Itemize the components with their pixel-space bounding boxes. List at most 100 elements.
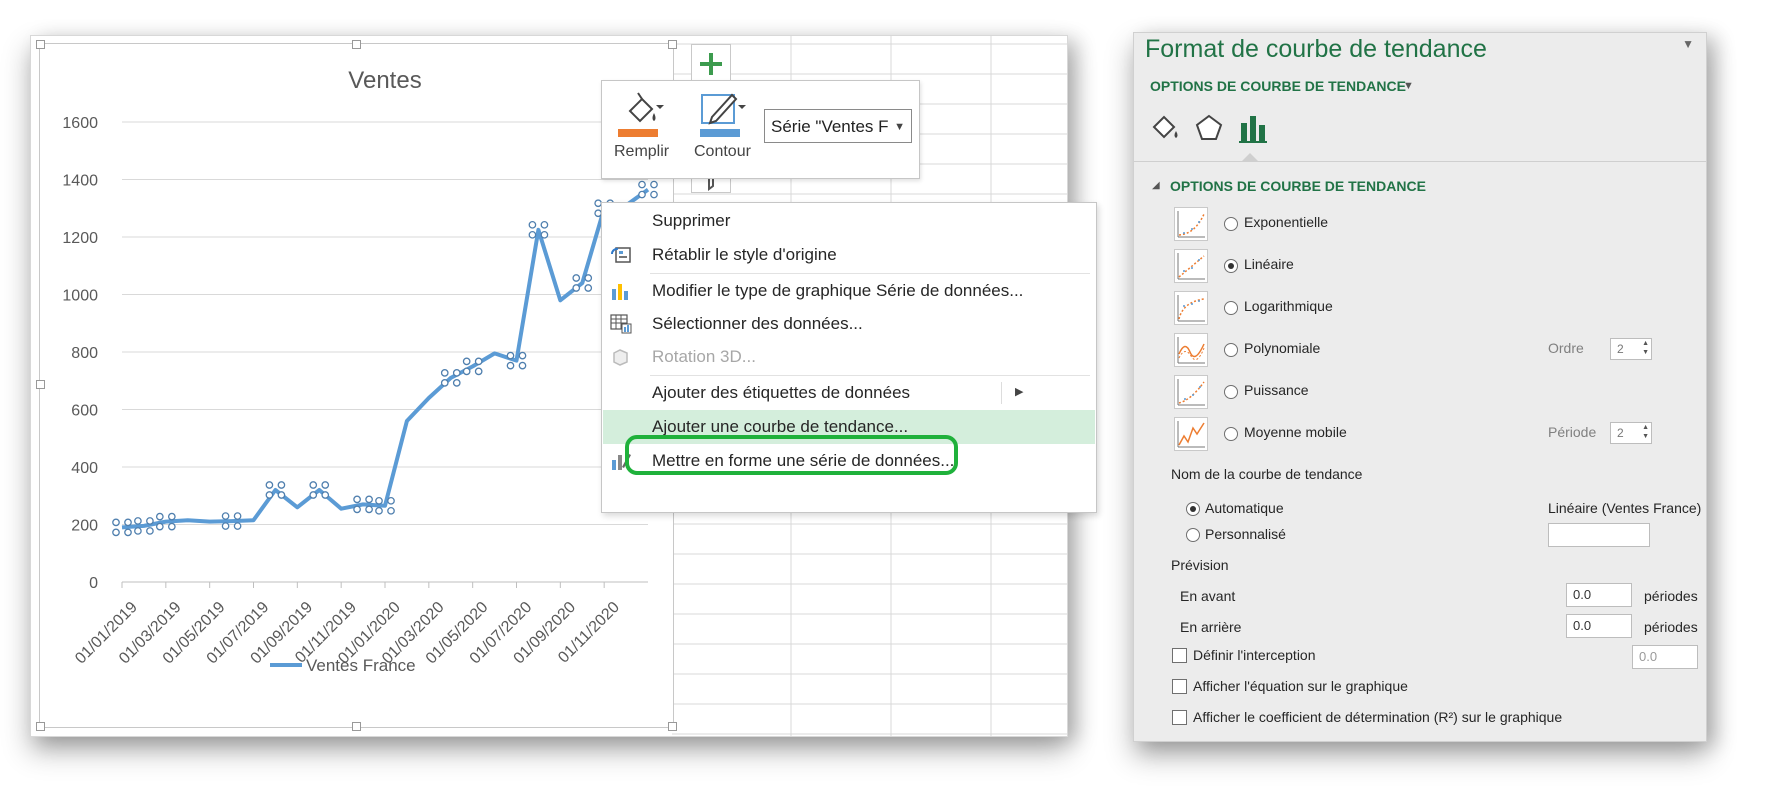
custom-name-input[interactable] — [1548, 523, 1650, 547]
chart-elements-button[interactable] — [691, 44, 731, 84]
format-mini-toolbar: Remplir Contour Série "Ventes F ▼ — [601, 80, 920, 179]
backward-periods-unit: périodes — [1644, 619, 1698, 635]
selection-dot — [321, 481, 330, 489]
submenu-divider — [1001, 382, 1002, 404]
exponential-label: Exponentielle — [1244, 214, 1329, 230]
selection-dot — [277, 491, 286, 499]
forward-periods-input[interactable]: 0.0 — [1566, 583, 1632, 607]
selection-dot — [375, 506, 383, 515]
menu-item-add-data-labels[interactable]: Ajouter des étiquettes de données ▶ — [603, 376, 1095, 410]
display-r2-checkbox[interactable] — [1172, 710, 1187, 725]
data-point-marker — [638, 180, 658, 199]
selection-dot — [155, 522, 164, 531]
selection-dot — [353, 495, 361, 504]
backward-periods-input[interactable]: 0.0 — [1566, 614, 1632, 638]
display-equation-checkbox[interactable] — [1172, 679, 1187, 694]
trendline-options-tab[interactable] — [1236, 111, 1270, 145]
selection-dot — [233, 522, 242, 530]
selection-dot — [506, 361, 515, 370]
selection-dot — [440, 369, 449, 377]
forward-periods-unit: périodes — [1644, 588, 1698, 604]
selection-dot — [134, 527, 142, 535]
selection-dot — [124, 518, 132, 527]
selection-dot — [221, 512, 230, 520]
selection-dot — [321, 491, 330, 499]
y-tick-label: 800 — [71, 345, 98, 362]
period-spinner[interactable]: 2 ▲ ▼ — [1610, 422, 1652, 444]
custom-name-radio[interactable] — [1186, 528, 1200, 542]
bar-chart-icon — [1239, 116, 1267, 143]
collapse-triangle-icon[interactable]: ◢ — [1152, 180, 1160, 191]
linear-trend-icon — [1174, 249, 1208, 283]
exponential-radio[interactable] — [1224, 217, 1238, 231]
selection-dot — [221, 522, 230, 530]
selection-dot — [353, 505, 361, 514]
selection-dot — [124, 528, 132, 537]
selection-dot — [112, 518, 120, 527]
pane-menu-chevron-icon[interactable]: ▼ — [1682, 37, 1694, 51]
order-spinner[interactable]: 2 ▲ ▼ — [1610, 338, 1652, 360]
selection-dot — [277, 481, 286, 489]
automatic-name-radio[interactable] — [1186, 502, 1200, 516]
menu-item-delete[interactable]: Supprimer — [603, 204, 1095, 238]
resize-handle[interactable] — [36, 722, 45, 731]
series-line — [121, 187, 650, 530]
pane-subtitle-dropdown[interactable]: OPTIONS DE COURBE DE TENDANCE — [1150, 78, 1406, 94]
intercept-input[interactable]: 0.0 — [1632, 645, 1698, 669]
selection-dot — [387, 496, 395, 505]
resize-handle[interactable] — [36, 40, 45, 49]
effects-tab[interactable] — [1192, 111, 1226, 145]
spin-arrows-icon[interactable]: ▲ ▼ — [1642, 339, 1649, 357]
set-intercept-checkbox[interactable] — [1172, 648, 1187, 663]
forecast-label: Prévision — [1171, 557, 1229, 573]
power-radio[interactable] — [1224, 385, 1238, 399]
fill-button[interactable] — [616, 89, 666, 141]
series-selector-value: Série "Ventes F — [771, 117, 889, 136]
bar-chart-icon — [612, 284, 628, 300]
paint-bucket-icon — [618, 92, 664, 137]
spin-arrows-icon[interactable]: ▲ ▼ — [1642, 423, 1649, 441]
outline-button[interactable] — [698, 89, 748, 141]
paint-bucket-icon — [1152, 115, 1178, 139]
power-trend-icon — [1174, 375, 1208, 409]
trendline-name-label: Nom de la courbe de tendance — [1171, 466, 1363, 482]
y-tick-label: 200 — [71, 518, 98, 535]
logarithmic-radio[interactable] — [1224, 301, 1238, 315]
moving-average-radio[interactable] — [1224, 427, 1238, 441]
highlight-ring — [625, 435, 958, 475]
resize-handle[interactable] — [668, 40, 677, 49]
linear-radio[interactable] — [1224, 259, 1238, 273]
fill-line-tab[interactable] — [1148, 111, 1182, 145]
menu-item-rotation-3d[interactable]: Rotation 3D... — [603, 340, 1095, 374]
format-trendline-pane: Format de courbe de tendance ▼ OPTIONS D… — [1133, 32, 1707, 742]
resize-handle[interactable] — [352, 40, 361, 49]
polynomial-radio[interactable] — [1224, 343, 1238, 357]
order-label: Ordre — [1548, 340, 1584, 356]
resize-handle[interactable] — [352, 722, 361, 731]
y-tick-label: 0 — [89, 575, 98, 592]
menu-item-select-data[interactable]: Sélectionner des données... — [603, 307, 1095, 341]
y-tick-label: 1600 — [62, 115, 98, 132]
polynomial-trend-icon — [1174, 333, 1208, 367]
display-r2-label: Afficher le coefficient de détermination… — [1193, 709, 1563, 725]
resize-handle[interactable] — [36, 380, 45, 389]
selection-dot — [265, 491, 274, 499]
subtitle-dropdown-icon[interactable]: ▼ — [1403, 80, 1414, 92]
forward-label: En avant — [1180, 588, 1236, 604]
chart-area[interactable]: Ventes 0 200 400 600 800 1000 1200 1400 1600 01/01… — [36, 40, 677, 731]
selection-dot — [462, 357, 471, 366]
selection-dot — [474, 357, 483, 366]
set-intercept-label: Définir l'interception — [1193, 647, 1316, 663]
selection-dot — [146, 517, 154, 525]
resize-handle[interactable] — [668, 722, 677, 731]
chart-title: Ventes — [348, 67, 421, 94]
polynomial-label: Polynomiale — [1244, 340, 1321, 356]
selection-dot — [134, 517, 142, 525]
series-selector[interactable]: Série "Ventes F ▼ — [764, 109, 912, 143]
line-chart[interactable]: Ventes0200400600800100012001400160001/01… — [40, 44, 673, 727]
menu-item-reset-style[interactable]: Rétablir le style d'origine — [603, 238, 1095, 272]
menu-item-change-chart-type[interactable]: Modifier le type de graphique Série de d… — [603, 274, 1095, 308]
selection-dot — [112, 528, 120, 537]
select-data-icon — [610, 314, 632, 334]
linear-label: Linéaire — [1244, 256, 1294, 272]
